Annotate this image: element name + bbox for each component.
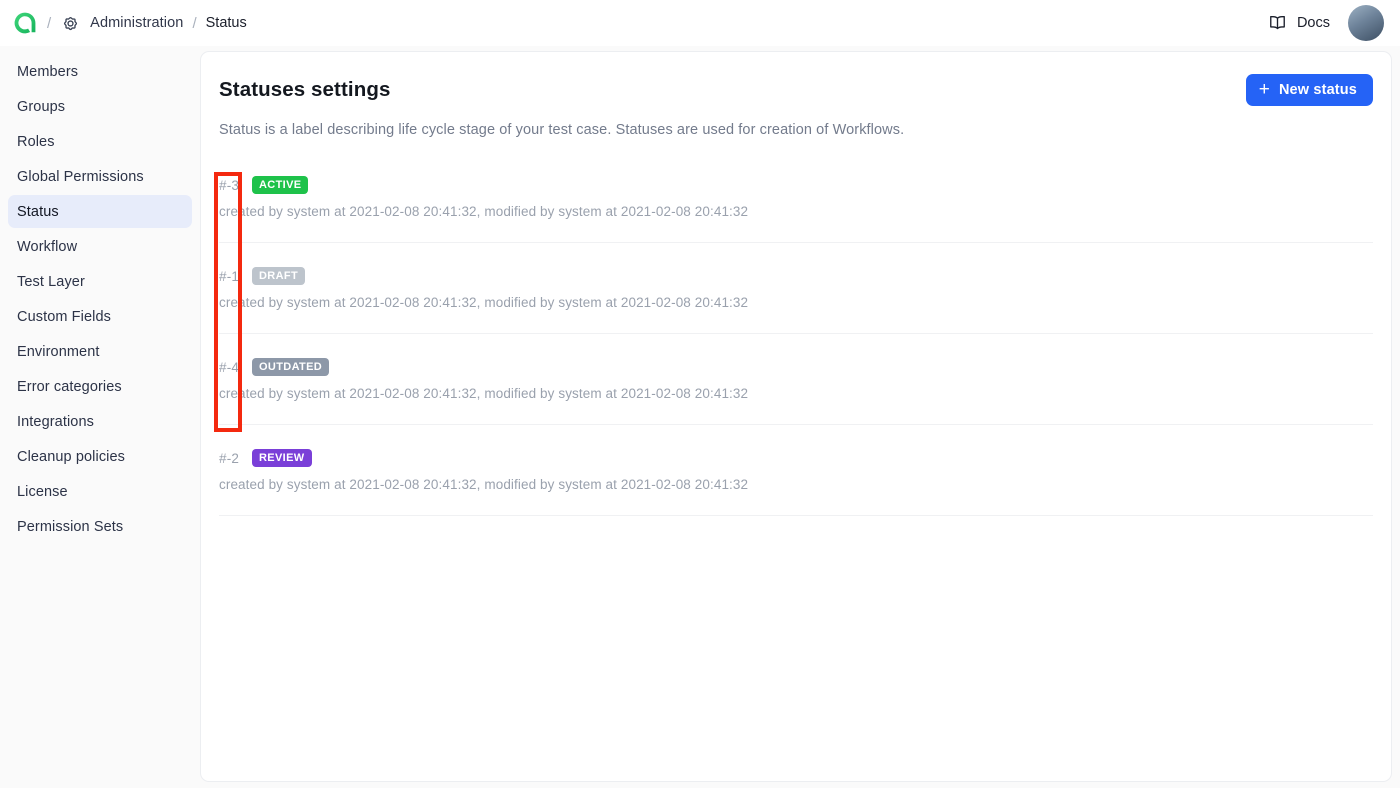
status-meta: created by system at 2021-02-08 20:41:32…	[219, 386, 1373, 401]
status-row[interactable]: #-2 REVIEW created by system at 2021-02-08…	[219, 448, 1373, 516]
sidebar-item-permission-sets[interactable]: Permission Sets	[8, 510, 192, 543]
new-status-button-label: New status	[1279, 82, 1357, 98]
status-list: #-3 ACTIVE created by system at 2021-02-08…	[219, 175, 1373, 516]
sidebar-item-roles[interactable]: Roles	[8, 125, 192, 158]
statuses-settings-card: Statuses settings + New status Status is…	[200, 51, 1392, 782]
sidebar-item-global-permissions[interactable]: Global Permissions	[8, 160, 192, 193]
status-badge[interactable]: DRAFT	[252, 267, 305, 285]
status-badge[interactable]: REVIEW	[252, 449, 312, 467]
sidebar-item-label: Environment	[17, 344, 100, 360]
sidebar-item-label: Permission Sets	[17, 519, 123, 535]
sidebar-item-label: Global Permissions	[17, 169, 144, 185]
docs-label: Docs	[1297, 15, 1330, 31]
sidebar-item-label: Integrations	[17, 414, 94, 430]
breadcrumb-administration[interactable]: Administration	[90, 15, 183, 31]
sidebar-item-test-layer[interactable]: Test Layer	[8, 265, 192, 298]
new-status-button[interactable]: + New status	[1246, 74, 1373, 106]
status-row-header: #-4 OUTDATED	[219, 357, 1373, 377]
avatar[interactable]	[1348, 5, 1384, 41]
topbar-right-group: Docs	[1268, 5, 1384, 41]
sidebar-item-custom-fields[interactable]: Custom Fields	[8, 300, 192, 333]
status-row-header: #-3 ACTIVE	[219, 175, 1373, 195]
status-badge[interactable]: OUTDATED	[252, 358, 329, 376]
allure-logo-icon[interactable]	[12, 10, 38, 36]
status-row-header: #-1 DRAFT	[219, 266, 1373, 286]
status-badge[interactable]: ACTIVE	[252, 176, 308, 194]
sidebar-item-label: Members	[17, 64, 78, 80]
sidebar-item-groups[interactable]: Groups	[8, 90, 192, 123]
sidebar-item-license[interactable]: License	[8, 475, 192, 508]
sidebar-item-label: Groups	[17, 99, 65, 115]
breadcrumb-separator-1: /	[47, 15, 51, 32]
sidebar-item-label: Status	[17, 204, 59, 220]
status-id: #-2	[219, 451, 243, 466]
gear-icon[interactable]	[60, 13, 80, 33]
sidebar-item-cleanup-policies[interactable]: Cleanup policies	[8, 440, 192, 473]
sidebar-item-label: Roles	[17, 134, 55, 150]
sidebar-item-integrations[interactable]: Integrations	[8, 405, 192, 438]
sidebar-item-error-categories[interactable]: Error categories	[8, 370, 192, 403]
sidebar-item-status[interactable]: Status	[8, 195, 192, 228]
sidebar-item-label: Error categories	[17, 379, 122, 395]
status-row-header: #-2 REVIEW	[219, 448, 1373, 468]
status-row[interactable]: #-4 OUTDATED created by system at 2021-02-…	[219, 357, 1373, 425]
status-id: #-3	[219, 178, 243, 193]
status-meta: created by system at 2021-02-08 20:41:32…	[219, 477, 1373, 492]
status-row[interactable]: #-1 DRAFT created by system at 2021-02-08 …	[219, 266, 1373, 334]
sidebar-item-members[interactable]: Members	[8, 55, 192, 88]
sidebar-item-environment[interactable]: Environment	[8, 335, 192, 368]
status-meta: created by system at 2021-02-08 20:41:32…	[219, 295, 1373, 310]
card-header: Statuses settings + New status	[219, 74, 1373, 106]
sidebar-item-label: Custom Fields	[17, 309, 111, 325]
sidebar-item-label: Test Layer	[17, 274, 85, 290]
book-icon	[1268, 13, 1288, 33]
breadcrumb-separator-2: /	[192, 15, 196, 32]
sidebar-item-workflow[interactable]: Workflow	[8, 230, 192, 263]
page-title: Statuses settings	[219, 78, 390, 102]
status-id: #-1	[219, 269, 243, 284]
top-bar: / Administration / Status Docs	[0, 0, 1400, 46]
status-meta: created by system at 2021-02-08 20:41:32…	[219, 204, 1373, 219]
sidebar-item-label: Cleanup policies	[17, 449, 125, 465]
page-description: Status is a label describing life cycle …	[219, 122, 1373, 138]
status-id: #-4	[219, 360, 243, 375]
docs-button[interactable]: Docs	[1268, 13, 1330, 33]
sidebar-item-label: Workflow	[17, 239, 77, 255]
status-row[interactable]: #-3 ACTIVE created by system at 2021-02-08…	[219, 175, 1373, 243]
sidebar: Members Groups Roles Global Permissions Stat…	[0, 46, 200, 788]
sidebar-item-label: License	[17, 484, 68, 500]
breadcrumb-status: Status	[206, 15, 247, 31]
content-area: Statuses settings + New status Status is…	[200, 46, 1400, 788]
plus-icon: +	[1259, 80, 1270, 99]
